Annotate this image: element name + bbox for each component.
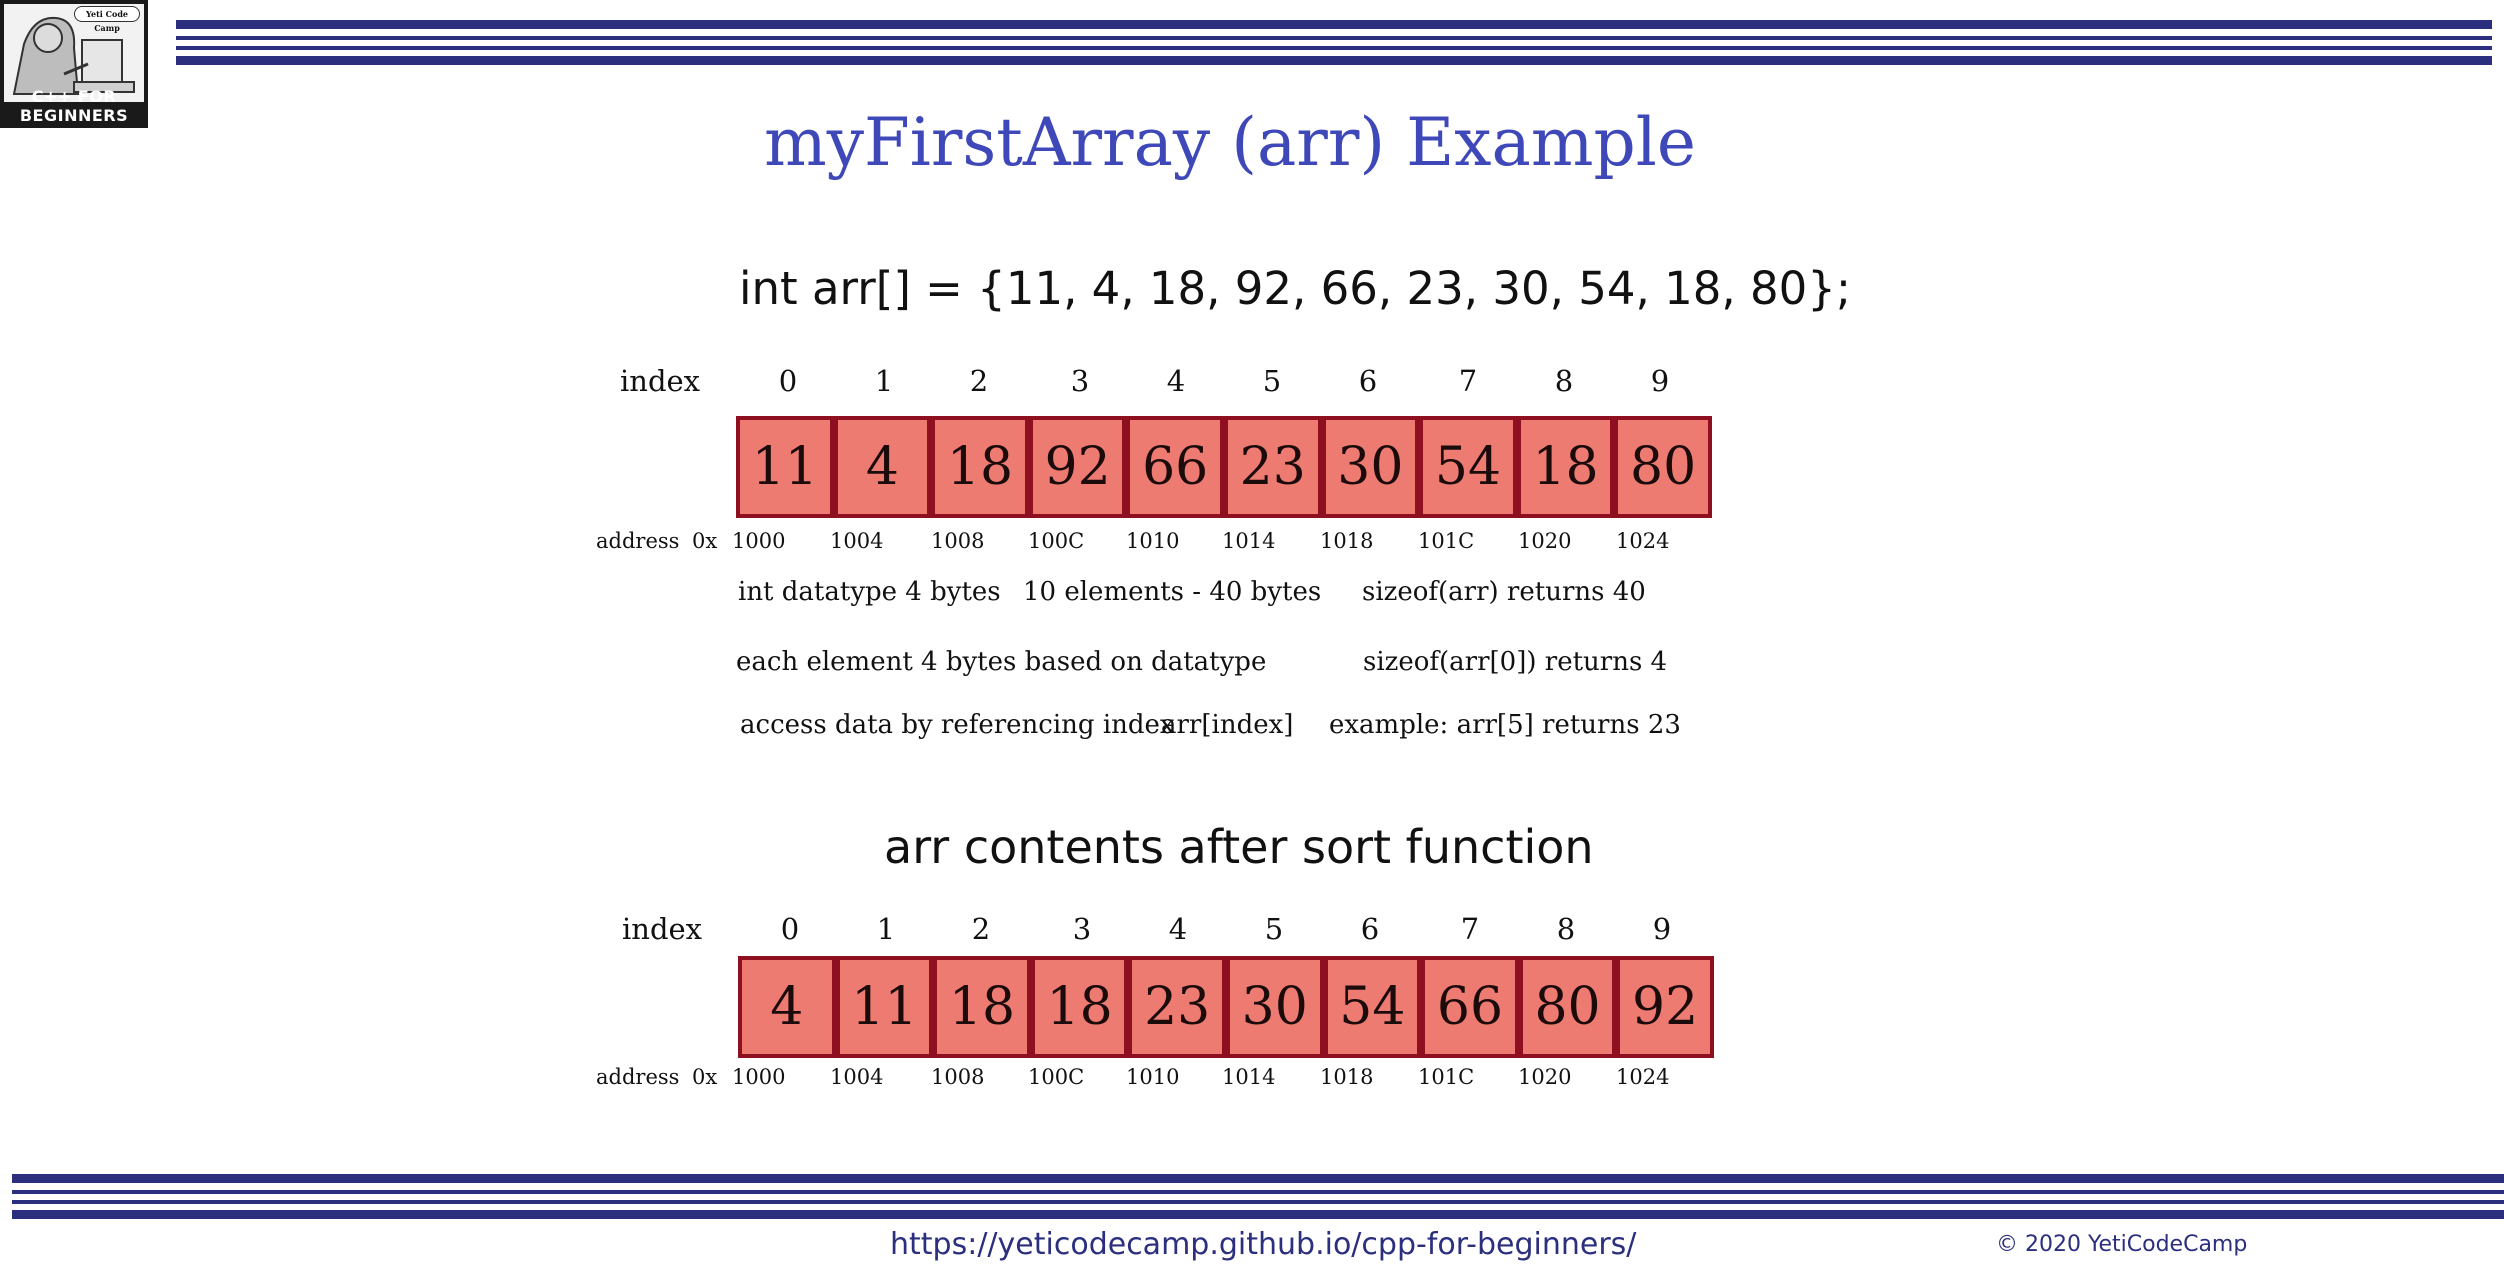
- original-array: 11 4 18 92 66 23 30 54 18 80: [736, 416, 1712, 518]
- note-sizeof-element: sizeof(arr[0]) returns 4: [1363, 647, 1668, 677]
- address-cell: 1020: [1518, 1065, 1572, 1089]
- array-cell: 18: [931, 416, 1029, 518]
- address-prefix: 0x: [692, 529, 718, 553]
- address-cell: 1010: [1126, 529, 1180, 553]
- array-cell: 66: [1126, 416, 1224, 518]
- array-declaration: int arr[] = {11, 4, 18, 92, 66, 23, 30, …: [739, 262, 1852, 315]
- note-datatype: int datatype 4 bytes: [738, 577, 1001, 607]
- index-cell: 7: [1458, 364, 1478, 398]
- note-access: access data by referencing index: [740, 710, 1175, 740]
- page-title: myFirstArray (arr) Example: [764, 104, 1696, 181]
- note-syntax: arr[index]: [1161, 710, 1294, 740]
- array-cell: 92: [1028, 416, 1127, 518]
- address-cell: 1024: [1616, 529, 1670, 553]
- address-cell: 1010: [1126, 1065, 1180, 1089]
- index-cell: 4: [1168, 912, 1188, 946]
- index-cell: 2: [969, 364, 989, 398]
- footer-url-link[interactable]: https://yeticodecamp.github.io/cpp-for-b…: [890, 1227, 1636, 1262]
- index-cell: 1: [874, 364, 894, 398]
- array-cell: 30: [1225, 956, 1324, 1058]
- index-cell: 6: [1358, 364, 1378, 398]
- array-cell: 23: [1223, 416, 1322, 518]
- address-cell: 1008: [931, 1065, 985, 1089]
- array-cell: 18: [933, 956, 1031, 1058]
- array-cell: 23: [1128, 956, 1226, 1058]
- index-cell: 7: [1460, 912, 1480, 946]
- index-cell: 0: [778, 364, 798, 398]
- address-cell: 100C: [1028, 1065, 1085, 1089]
- address-label: address: [596, 1065, 680, 1089]
- note-each-element: each element 4 bytes based on datatype: [736, 647, 1267, 677]
- index-cell: 4: [1166, 364, 1186, 398]
- sorted-title: arr contents after sort function: [884, 820, 1594, 874]
- index-cell: 6: [1360, 912, 1380, 946]
- array-cell: 54: [1419, 416, 1517, 518]
- index-cell: 1: [876, 912, 896, 946]
- array-cell: 30: [1321, 416, 1420, 518]
- address-cell: 1018: [1320, 1065, 1374, 1089]
- sorted-array: 4 11 18 18 23 30 54 66 80 92: [738, 956, 1714, 1058]
- array-cell: 4: [738, 956, 836, 1058]
- index-cell: 3: [1070, 364, 1090, 398]
- address-cell: 1000: [732, 529, 786, 553]
- note-elements: 10 elements - 40 bytes: [1023, 577, 1322, 607]
- array-cell: 66: [1421, 956, 1519, 1058]
- array-cell: 18: [1030, 956, 1129, 1058]
- index-cell: 0: [780, 912, 800, 946]
- address-cell: 101C: [1418, 1065, 1475, 1089]
- bottom-rule-band: [12, 1174, 2504, 1220]
- address-cell: 101C: [1418, 529, 1475, 553]
- address-label: address: [596, 529, 680, 553]
- address-cell: 1014: [1222, 1065, 1276, 1089]
- index-label: index: [620, 364, 701, 398]
- index-label: index: [622, 912, 703, 946]
- footer-copyright: © 2020 YetiCodeCamp: [1996, 1232, 2248, 1257]
- array-cell: 4: [833, 416, 932, 518]
- address-cell: 1000: [732, 1065, 786, 1089]
- address-cell: 1004: [830, 529, 884, 553]
- address-prefix: 0x: [692, 1065, 718, 1089]
- address-cell: 1018: [1320, 529, 1374, 553]
- note-sizeof-arr: sizeof(arr) returns 40: [1362, 577, 1646, 607]
- logo-badge: Yeti Code Camp: [74, 6, 140, 33]
- index-cell: 3: [1072, 912, 1092, 946]
- array-cell: 80: [1614, 416, 1712, 518]
- array-cell: 18: [1516, 416, 1615, 518]
- address-cell: 1008: [931, 529, 985, 553]
- index-cell: 8: [1554, 364, 1574, 398]
- address-cell: 1020: [1518, 529, 1572, 553]
- index-cell: 5: [1264, 912, 1284, 946]
- index-cell: 8: [1556, 912, 1576, 946]
- array-cell: 11: [835, 956, 934, 1058]
- array-cell: 11: [736, 416, 834, 518]
- address-cell: 1014: [1222, 529, 1276, 553]
- note-example: example: arr[5] returns 23: [1329, 710, 1681, 740]
- index-cell: 9: [1652, 912, 1672, 946]
- top-rule-band: [176, 20, 2492, 66]
- array-cell: 54: [1323, 956, 1422, 1058]
- address-cell: 100C: [1028, 529, 1085, 553]
- index-cell: 5: [1262, 364, 1282, 398]
- array-cell: 80: [1518, 956, 1617, 1058]
- index-cell: 9: [1650, 364, 1670, 398]
- index-cell: 2: [971, 912, 991, 946]
- address-cell: 1024: [1616, 1065, 1670, 1089]
- address-cell: 1004: [830, 1065, 884, 1089]
- array-cell: 92: [1616, 956, 1714, 1058]
